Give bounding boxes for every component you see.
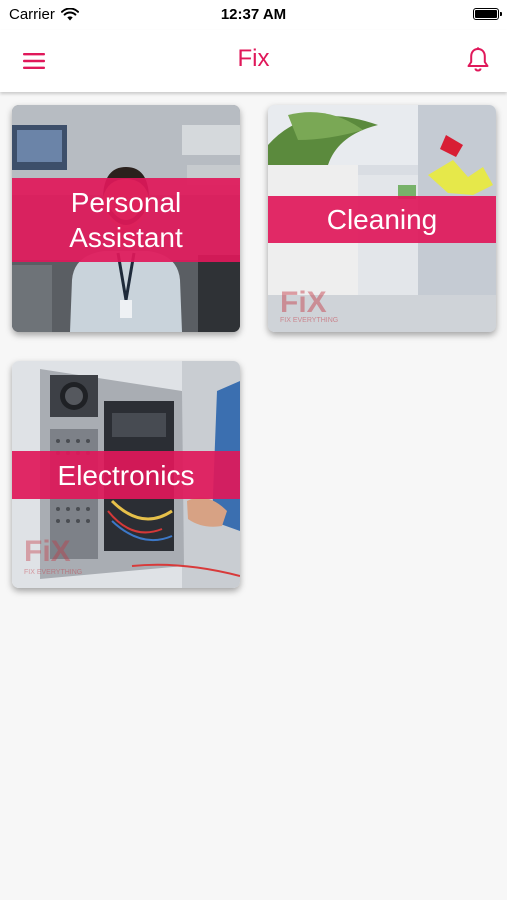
category-card-cleaning[interactable]: FiX FIX EVERYTHING Cleaning xyxy=(268,105,496,332)
svg-text:FIX EVERYTHING: FIX EVERYTHING xyxy=(280,317,338,324)
status-time: 12:37 AM xyxy=(220,6,287,23)
category-label: Electronics xyxy=(12,451,240,499)
page-title: Fix xyxy=(237,45,270,72)
category-card-electronics[interactable]: FiX FIX EVERYTHING Electronics xyxy=(12,361,240,588)
battery-icon xyxy=(473,8,502,20)
svg-text:FIX EVERYTHING: FIX EVERYTHING xyxy=(24,569,82,576)
status-bar: Carrier 12:37 AM xyxy=(0,0,507,30)
svg-text:FiX: FiX xyxy=(24,535,71,568)
svg-text:FiX: FiX xyxy=(280,286,327,319)
category-card-personal-assistant[interactable]: Personal Assistant xyxy=(12,105,240,332)
nav-bar: Fix xyxy=(0,30,507,92)
bell-icon xyxy=(467,47,489,72)
category-label: Personal Assistant xyxy=(12,178,240,262)
category-label: Cleaning xyxy=(268,196,496,243)
notifications-button[interactable] xyxy=(465,46,491,74)
